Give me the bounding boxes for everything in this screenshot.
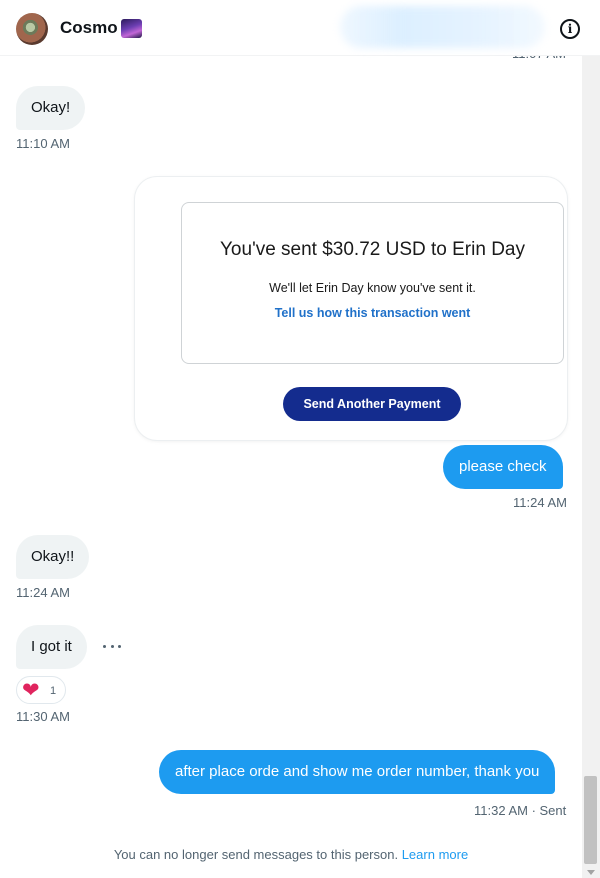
message-bubble-incoming[interactable]: Okay! [16,86,86,130]
heart-icon: ❤ [22,678,40,702]
message-bubble-incoming[interactable]: I got it [16,625,87,669]
messaging-disabled-notice: You can no longer send messages to this … [0,847,582,862]
payment-headline: You've sent $30.72 USD to Erin Day [220,239,525,260]
transaction-feedback-link[interactable]: Tell us how this transaction went [182,306,563,320]
message-bubble-outgoing[interactable]: after place orde and show me order numbe… [159,750,556,794]
message-bubble-outgoing[interactable]: please check [443,445,563,489]
message-status: 11:32 AM · Sent [474,803,567,818]
payment-confirmation-box: You've sent $30.72 USD to Erin Day We'll… [181,202,564,364]
message-timestamp: 11:24 AM [513,495,567,510]
scrollbar[interactable] [582,56,600,878]
info-icon[interactable]: i [560,19,580,39]
message-timestamp: 11:24 AM [16,585,70,600]
message-timestamp: 11:30 AM [16,709,70,724]
avatar[interactable] [16,13,48,45]
learn-more-link[interactable]: Learn more [402,847,468,862]
more-icon[interactable] [103,645,121,649]
conversation-header: Cosmo i [0,0,600,56]
conversation-title[interactable]: Cosmo [60,18,118,38]
send-another-payment-button[interactable]: Send Another Payment [283,387,461,421]
reaction-badge[interactable]: ❤ 1 [16,676,66,704]
galaxy-emoji-icon [121,19,142,38]
message-timestamp: 11:10 AM [16,136,70,151]
reaction-count: 1 [50,685,57,697]
scrollbar-thumb[interactable] [584,776,597,864]
message-bubble-incoming[interactable]: Okay!! [16,535,90,579]
redacted-area [340,6,545,48]
payment-card: You've sent $30.72 USD to Erin Day We'll… [135,177,567,440]
payment-subtext: We'll let Erin Day know you've sent it. [269,281,476,295]
scroll-down-arrow-icon[interactable] [587,870,595,875]
notice-text: You can no longer send messages to this … [113,847,399,862]
